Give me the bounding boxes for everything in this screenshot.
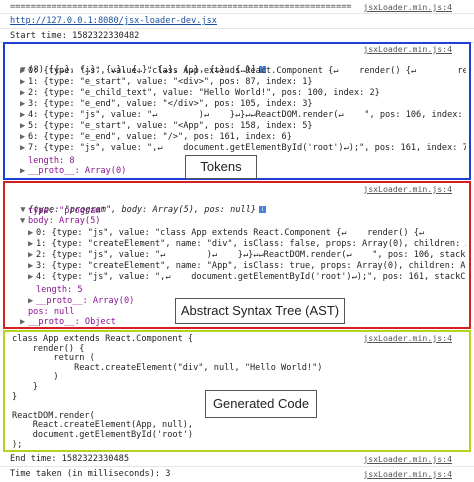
token-row[interactable]: ▶ 4: {type: "js", value: "↵ )↵ }↵}↵↵React… (20, 110, 466, 120)
code-line: React.createElement(App, null), (12, 420, 194, 431)
separator-line: ========================================… (10, 2, 352, 12)
tokens-summary[interactable]: ▼ (8) [{…}, {…}, {…}, {…}, {…}, {…}, {…},… (10, 55, 267, 75)
code-line: ) (12, 372, 59, 383)
expand-arrow-icon[interactable]: ▼ (20, 216, 28, 226)
tokens-proto[interactable]: ▶ __proto__: Array(0) (20, 166, 126, 176)
tokens-label: Tokens (185, 155, 257, 179)
expand-arrow-icon[interactable]: ▶ (20, 132, 28, 142)
token-row-text: 5: {type: "e_start", value: "<App", pos:… (28, 121, 313, 131)
ast-body-row-text: 3: {type: "createElement", name: "App", … (36, 261, 466, 271)
code-line: ReactDOM.render( (12, 410, 95, 421)
ast-proto-array[interactable]: ▶ __proto__: Array(0) (28, 296, 134, 306)
ast-summary[interactable]: ▼ {type: "program", body: Array(5), pos: … (10, 195, 267, 215)
ast-body-text: body: Array(5) (28, 216, 101, 226)
expand-arrow-icon[interactable]: ▶ (28, 261, 36, 271)
ast-body[interactable]: ▼ body: Array(5) (20, 216, 100, 226)
taken-source-link[interactable]: jsxLoader.min.js:4 (363, 469, 452, 479)
ast-pos: pos: null (28, 307, 75, 317)
token-row[interactable]: ▶ 7: {type: "js", value: ",↵ document.get… (20, 143, 466, 153)
ast-source-link[interactable]: jsxLoader.min.js:4 (363, 184, 452, 194)
code-line: document.getElementById('root') (12, 430, 194, 440)
ast-body-row[interactable]: ▶ 1: {type: "createElement", name: "div",… (28, 239, 466, 249)
token-row-text: 7: {type: "js", value: ",↵ document.getE… (28, 143, 466, 153)
ast-body-row-text: 4: {type: "js", value: ",↵ document.getE… (36, 272, 466, 282)
expand-arrow-icon[interactable]: ▶ (20, 66, 28, 76)
token-row-text: 0: {type: "js", value: "class App extend… (28, 66, 466, 76)
ast-proto-object[interactable]: ▶ __proto__: Object (20, 317, 116, 327)
token-row[interactable]: ▶ 0: {type: "js", value: "class App exten… (20, 66, 466, 76)
page-url[interactable]: http://127.0.0.1:8080/jsx-loader-dev.jsx (10, 16, 217, 26)
tokens-length: length: 8 (28, 156, 75, 166)
expand-arrow-icon[interactable]: ▶ (20, 121, 28, 131)
info-icon: i (259, 206, 267, 213)
tokens-source-link[interactable]: jsxLoader.min.js:4 (363, 44, 452, 54)
expand-arrow-icon[interactable]: ▶ (28, 228, 36, 238)
token-row-text: 2: {type: "e_child_text", value: "Hello … (28, 88, 380, 98)
code-line: React.createElement("div", null, "Hello … (12, 362, 323, 373)
ast-body-row-text: 2: {type: "js", value: "↵ )↵ }↵}↵↵ReactD… (36, 250, 466, 260)
ast-body-row[interactable]: ▶ 2: {type: "js", value: "↵ )↵ }↵}↵↵React… (28, 250, 466, 260)
expand-arrow-icon[interactable]: ▶ (28, 239, 36, 249)
code-source-link[interactable]: jsxLoader.min.js:4 (363, 333, 452, 343)
ast-body-row-text: 0: {type: "js", value: "class App extend… (36, 228, 466, 238)
token-row-text: 6: {type: "e_end", value: "/>", pos: 161… (28, 132, 292, 142)
start-time: Start time: 1582322330482 (10, 31, 140, 41)
code-line: class App extends React.Component { (12, 334, 194, 344)
time-taken: Time taken (in milliseconds): 3 (10, 469, 171, 479)
tokens-proto-text: __proto__: Array(0) (28, 166, 127, 176)
token-row[interactable]: ▶ 5: {type: "e_start", value: "<App", pos… (20, 121, 466, 131)
code-line: ); (12, 439, 23, 450)
expand-arrow-icon[interactable]: ▶ (20, 77, 28, 87)
ast-length: length: 5 (36, 285, 83, 295)
ast-body-row-text: 1: {type: "createElement", name: "div", … (36, 239, 466, 249)
token-row[interactable]: ▶ 2: {type: "e_child_text", value: "Hello… (20, 88, 466, 98)
expand-arrow-icon[interactable]: ▶ (20, 166, 28, 176)
ast-body-row[interactable]: ▶ 3: {type: "createElement", name: "App",… (28, 261, 466, 271)
end-time: End time: 1582322330485 (10, 454, 129, 464)
token-row[interactable]: ▶ 6: {type: "e_end", value: "/>", pos: 16… (20, 132, 466, 142)
expand-arrow-icon[interactable]: ▶ (28, 250, 36, 260)
ast-type: type: "program" (28, 206, 106, 216)
code-line: render() { (12, 343, 85, 354)
token-row[interactable]: ▶ 3: {type: "e_end", value: "</div>", pos… (20, 99, 466, 109)
code-line: } (12, 391, 18, 402)
expand-arrow-icon[interactable]: ▶ (20, 99, 28, 109)
expand-arrow-icon[interactable]: ▶ (20, 88, 28, 98)
code-line: return ( (12, 353, 95, 364)
expand-arrow-icon[interactable]: ▶ (20, 110, 28, 120)
token-row[interactable]: ▶ 1: {type: "e_start", value: "<div>", po… (20, 77, 466, 87)
code-label: Generated Code (205, 390, 317, 418)
expand-arrow-icon[interactable]: ▶ (20, 317, 28, 327)
end-source-link[interactable]: jsxLoader.min.js:4 (363, 454, 452, 464)
token-row-text: 1: {type: "e_start", value: "<div>", pos… (28, 77, 313, 87)
ast-body-row[interactable]: ▶ 4: {type: "js", value: ",↵ document.get… (28, 272, 466, 282)
expand-arrow-icon[interactable]: ▶ (20, 143, 28, 153)
code-line: } (12, 382, 38, 392)
ast-proto-object-text: __proto__: Object (28, 317, 116, 327)
expand-arrow-icon[interactable]: ▶ (28, 272, 36, 282)
token-row-text: 3: {type: "e_end", value: "</div>", pos:… (28, 99, 313, 109)
token-row-text: 4: {type: "js", value: "↵ )↵ }↵}↵↵ReactD… (28, 110, 466, 120)
source-link-top[interactable]: jsxLoader.min.js:4 (363, 2, 452, 12)
ast-body-row[interactable]: ▶ 0: {type: "js", value: "class App exten… (28, 228, 466, 238)
ast-proto-array-text: __proto__: Array(0) (36, 296, 135, 306)
ast-label: Abstract Syntax Tree (AST) (175, 298, 345, 324)
expand-arrow-icon[interactable]: ▶ (28, 296, 36, 306)
